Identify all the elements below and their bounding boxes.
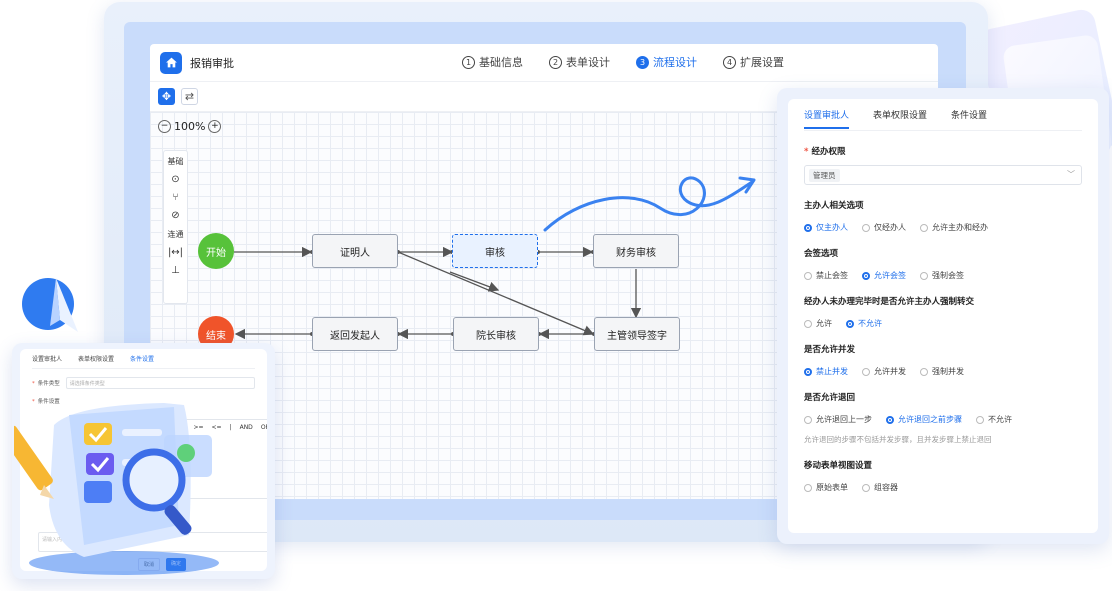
- radio-allow-parallel[interactable]: 允许并发: [862, 366, 906, 377]
- paper-plane-icon: [22, 278, 78, 332]
- parallel-title: 是否允许并发: [804, 345, 856, 355]
- app-title: 报销审批: [190, 56, 234, 70]
- tab-condition-small[interactable]: 条件设置: [130, 354, 154, 363]
- radio-rollback-earlier[interactable]: 允许退回之前步骤: [886, 414, 962, 425]
- home-button[interactable]: [160, 51, 182, 74]
- host-options-group: 仅主办人 仅经办人 允许主办和经办: [804, 222, 1082, 233]
- op-and[interactable]: AND: [240, 424, 253, 431]
- step-form-design[interactable]: 2 表单设计: [549, 54, 610, 70]
- tab-form-permission[interactable]: 表单权限设置: [873, 108, 927, 121]
- connect-tool-button[interactable]: ⇄: [181, 88, 198, 105]
- tab-set-approver[interactable]: 设置审批人: [804, 108, 850, 129]
- condition-tabs: 设置审批人 表单权限设置 条件设置: [32, 349, 255, 369]
- admin-tag: 管理员: [809, 168, 840, 182]
- radio-allow-transfer[interactable]: 允许: [804, 318, 832, 329]
- rollback-title: 是否允许退回: [804, 393, 856, 403]
- rollback-hint: 允许退回的步骤不包括并发步骤，且并发步骤上禁止退回: [804, 435, 992, 444]
- op-divider: |: [229, 424, 232, 431]
- countersign-title: 会签选项: [804, 249, 839, 259]
- radio-force-countersign[interactable]: 强制会签: [920, 270, 964, 281]
- radio-original-form[interactable]: 原始表单: [804, 482, 848, 493]
- radio-no-countersign[interactable]: 禁止会签: [804, 270, 848, 281]
- settings-tabs: 设置审批人 表单权限设置 条件设置: [804, 99, 1082, 131]
- rollback-group: 允许退回上一步 允许退回之前步骤 不允许: [804, 414, 1082, 425]
- checklist-illustration: [14, 403, 219, 575]
- chevron-down-icon: ﹀: [1067, 170, 1075, 179]
- countersign-group: 禁止会签 允许会签 强制会签: [804, 270, 1082, 281]
- swoosh-arrow-decor: [543, 176, 756, 232]
- step-extend-settings[interactable]: 4 扩展设置: [723, 54, 784, 70]
- parallel-group: 禁止并发 允许并发 强制并发: [804, 366, 1082, 377]
- force-transfer-title: 经办人未办理完毕时是否允许主办人强制转交: [804, 297, 975, 307]
- node-start[interactable]: 开始: [198, 233, 234, 269]
- step-flow-design[interactable]: 3 流程设计: [636, 54, 697, 70]
- node-dean-review[interactable]: 院长审核: [453, 317, 539, 351]
- home-icon: [165, 57, 177, 68]
- node-certifier[interactable]: 证明人: [312, 234, 398, 268]
- handler-permission-title: * 经办权限: [804, 147, 846, 157]
- host-options-title: 主办人相关选项: [804, 201, 864, 211]
- node-return-initiator[interactable]: 返回发起人: [312, 317, 398, 351]
- step-basic-info[interactable]: 1 基础信息: [462, 54, 523, 70]
- mobile-view-title: 移动表单视图设置: [804, 461, 873, 471]
- radio-handler-only[interactable]: 仅经办人: [862, 222, 906, 233]
- handler-permission-select[interactable]: 管理员 ﹀: [804, 165, 1082, 185]
- op-or[interactable]: OR: [261, 424, 267, 431]
- tab-condition[interactable]: 条件设置: [951, 108, 987, 121]
- radio-allow-countersign[interactable]: 允许会签: [862, 270, 906, 281]
- approver-settings-card: 设置审批人 表单权限设置 条件设置 * 经办权限 管理员 ﹀ 主办人相关选项 仅主…: [777, 88, 1109, 544]
- force-transfer-group: 允许 不允许: [804, 318, 1082, 329]
- move-tool-button[interactable]: ✥: [158, 88, 175, 105]
- radio-disallow-transfer[interactable]: 不允许: [846, 318, 882, 329]
- radio-group-container[interactable]: 组容器: [862, 482, 898, 493]
- swap-icon: ⇄: [184, 90, 195, 103]
- app-header: 报销审批 1 基础信息 2 表单设计 3 流程设计 4 扩展设置: [150, 44, 938, 82]
- node-review[interactable]: 审核: [452, 234, 538, 268]
- radio-rollback-previous[interactable]: 允许退回上一步: [804, 414, 872, 425]
- radio-no-rollback[interactable]: 不允许: [976, 414, 1012, 425]
- radio-no-parallel[interactable]: 禁止并发: [804, 366, 848, 377]
- step-nav: 1 基础信息 2 表单设计 3 流程设计 4 扩展设置: [462, 54, 784, 70]
- radio-force-parallel[interactable]: 强制并发: [920, 366, 964, 377]
- tab-set-approver-small[interactable]: 设置审批人: [32, 354, 62, 363]
- radio-host-and-handler[interactable]: 允许主办和经办: [920, 222, 988, 233]
- node-supervisor-sign[interactable]: 主管领导签字: [594, 317, 680, 351]
- tab-form-permission-small[interactable]: 表单权限设置: [78, 354, 114, 363]
- radio-host-only[interactable]: 仅主办人: [804, 222, 848, 233]
- approver-settings-panel: 设置审批人 表单权限设置 条件设置 * 经办权限 管理员 ﹀ 主办人相关选项 仅主…: [788, 99, 1098, 533]
- move-icon: ✥: [161, 90, 172, 103]
- mobile-view-group: 原始表单 组容器: [804, 482, 1082, 493]
